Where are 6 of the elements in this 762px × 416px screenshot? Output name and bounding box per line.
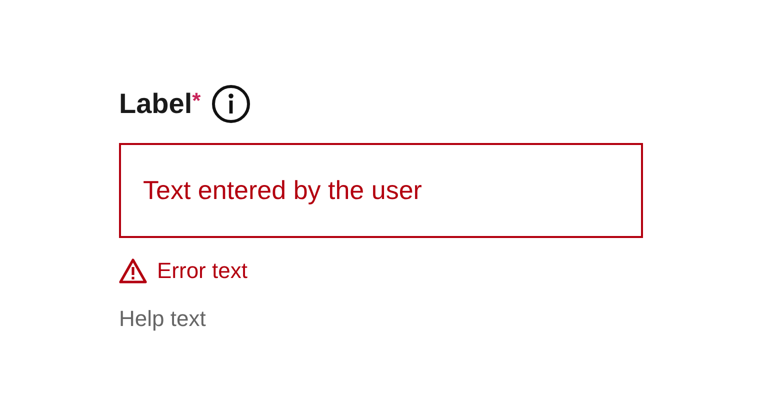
error-message: Error text [157, 258, 248, 284]
warning-icon [119, 258, 147, 284]
help-text: Help text [119, 306, 206, 332]
info-icon[interactable] [210, 84, 251, 124]
field-label: Label* [119, 88, 201, 120]
text-input-field[interactable]: Text entered by the user [119, 143, 643, 238]
